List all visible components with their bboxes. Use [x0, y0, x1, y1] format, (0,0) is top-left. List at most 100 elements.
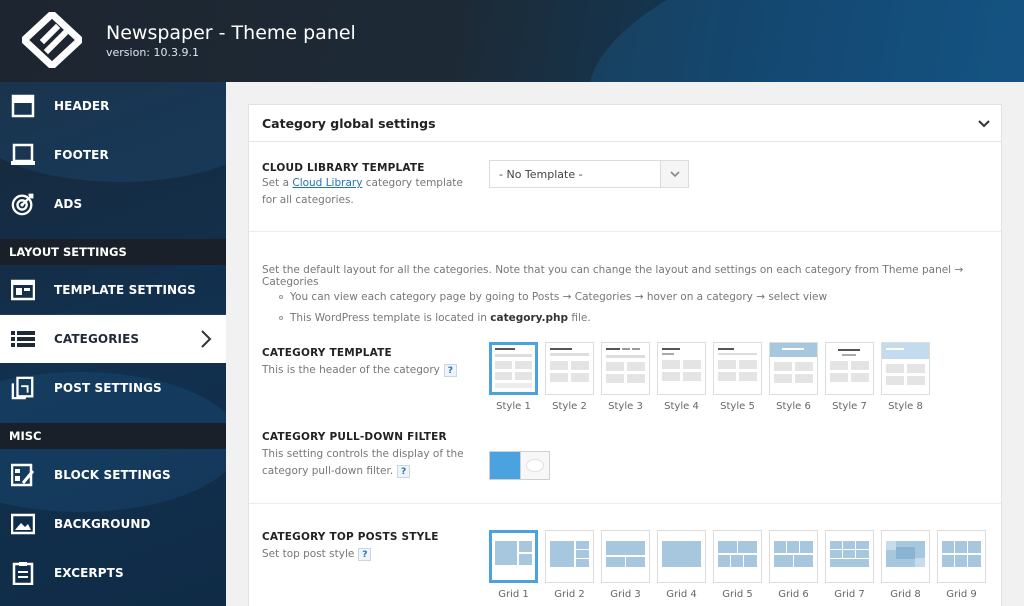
cloud-template-select[interactable]: - No Template - [489, 160, 689, 188]
grid-preview [545, 530, 594, 583]
category-template-options: Style 1 Style 2 Style 3 Style 4 Style 5 … [489, 342, 937, 412]
grid-style-option[interactable]: Grid 2 [545, 530, 594, 600]
app-version: version: 10.3.9.1 [106, 46, 199, 59]
grid-style-option[interactable]: Grid 7 [825, 530, 874, 600]
sidebar-item-label: POST SETTINGS [54, 381, 162, 395]
grid-caption: Grid 4 [666, 589, 697, 600]
sidebar-item-label: FOOTER [54, 148, 109, 162]
template-style-option[interactable]: Style 7 [825, 342, 874, 412]
category-template-description: This is the header of the category? [262, 362, 457, 379]
template-style-option[interactable]: Style 1 [489, 342, 538, 412]
template-preview [881, 342, 930, 395]
grid-preview [825, 530, 874, 583]
image-icon [11, 512, 35, 536]
pulldown-filter-toggle[interactable] [489, 451, 550, 480]
help-icon[interactable]: ? [397, 464, 411, 478]
post-icon [11, 376, 35, 400]
pulldown-filter-description: This setting controls the display of the… [262, 448, 464, 478]
grid-preview [489, 530, 538, 583]
grid-style-option[interactable]: Grid 9 [937, 530, 986, 600]
grid-caption: Grid 2 [554, 589, 585, 600]
sidebar-item-ads[interactable]: ADS [0, 180, 226, 228]
pulldown-filter-label: CATEGORY PULL-DOWN FILTER [262, 431, 447, 443]
sidebar-item-background[interactable]: BACKGROUND [0, 500, 226, 548]
main-content: Category global settings CLOUD LIBRARY T… [226, 82, 1024, 606]
style-caption: Style 7 [832, 401, 867, 412]
newspaper-logo-icon [22, 12, 82, 68]
sidebar-item-template-settings[interactable]: TEMPLATE SETTINGS [0, 266, 226, 314]
template-preview [713, 342, 762, 395]
help-icon[interactable]: ? [358, 547, 372, 561]
template-style-option[interactable]: Style 5 [713, 342, 762, 412]
grid-style-option[interactable]: Grid 8 [881, 530, 930, 600]
grid-style-option[interactable]: Grid 1 [489, 530, 538, 600]
template-preview [489, 342, 538, 395]
grid-style-option[interactable]: Grid 5 [713, 530, 762, 600]
target-icon [11, 192, 35, 216]
info-bullet: This WordPress template is located in ca… [279, 312, 591, 324]
panel-header[interactable]: Category global settings [249, 105, 1001, 142]
sidebar-section-misc: MISC [0, 423, 226, 449]
grid-style-option[interactable]: Grid 3 [601, 530, 650, 600]
sidebar-item-post-settings[interactable]: POST SETTINGS [0, 364, 226, 412]
sidebar-item-label: CATEGORIES [54, 332, 140, 346]
template-preview [601, 342, 650, 395]
grid-preview [769, 530, 818, 583]
grid-caption: Grid 1 [498, 589, 529, 600]
chevron-right-icon [200, 329, 212, 354]
grid-style-option[interactable]: Grid 4 [657, 530, 706, 600]
header-decoration [566, 0, 1024, 82]
template-icon [11, 278, 35, 302]
grid-preview [713, 530, 762, 583]
top-posts-grid-options: Grid 1 Grid 2 Grid 3 Grid 4 Grid 5 Grid … [489, 530, 993, 600]
template-preview [657, 342, 706, 395]
sidebar-item-block-settings[interactable]: BLOCK SETTINGS [0, 451, 226, 499]
header-icon [11, 94, 35, 118]
help-icon[interactable]: ? [443, 363, 457, 377]
sidebar-item-label: TEMPLATE SETTINGS [54, 283, 196, 297]
excerpts-icon [11, 561, 35, 585]
layout-intro: Set the default layout for all the categ… [262, 264, 964, 288]
sidebar-item-header[interactable]: HEADER [0, 82, 226, 130]
app-title: Newspaper - Theme panel [106, 22, 356, 44]
grid-preview [657, 530, 706, 583]
sidebar-item-label: BLOCK SETTINGS [54, 468, 171, 482]
grid-preview [937, 530, 986, 583]
template-style-option[interactable]: Style 8 [881, 342, 930, 412]
style-caption: Style 8 [888, 401, 923, 412]
sidebar: HEADER FOOTER ADS LAYOUT SETTINGS TEMPLA… [0, 82, 226, 606]
info-bullet: You can view each category page by going… [279, 291, 827, 303]
grid-caption: Grid 6 [778, 589, 809, 600]
chevron-down-icon[interactable] [977, 116, 991, 134]
template-style-option[interactable]: Style 2 [545, 342, 594, 412]
cloud-library-link[interactable]: Cloud Library [292, 177, 362, 189]
category-settings-panel: Category global settings CLOUD LIBRARY T… [248, 104, 1002, 606]
grid-preview [601, 530, 650, 583]
sidebar-section-layout: LAYOUT SETTINGS [0, 239, 226, 265]
sidebar-item-categories[interactable]: CATEGORIES [0, 315, 226, 363]
template-preview [825, 342, 874, 395]
top-posts-style-label: CATEGORY TOP POSTS STYLE [262, 531, 439, 543]
grid-caption: Grid 8 [890, 589, 921, 600]
chevron-down-icon [660, 161, 688, 187]
grid-caption: Grid 3 [610, 589, 641, 600]
select-value: - No Template - [499, 168, 583, 181]
block-settings-icon [11, 463, 35, 487]
sidebar-item-label: ADS [54, 197, 83, 211]
grid-caption: Grid 7 [834, 589, 865, 600]
template-preview [769, 342, 818, 395]
sidebar-item-excerpts[interactable]: EXCERPTS [0, 549, 226, 597]
template-preview [545, 342, 594, 395]
template-style-option[interactable]: Style 3 [601, 342, 650, 412]
section-divider [249, 231, 1001, 232]
template-style-option[interactable]: Style 4 [657, 342, 706, 412]
grid-style-option[interactable]: Grid 6 [769, 530, 818, 600]
category-template-label: CATEGORY TEMPLATE [262, 347, 392, 359]
sidebar-item-footer[interactable]: FOOTER [0, 131, 226, 179]
grid-caption: Grid 9 [946, 589, 977, 600]
grid-caption: Grid 5 [722, 589, 753, 600]
app-header: Newspaper - Theme panel version: 10.3.9.… [0, 0, 1024, 82]
footer-icon [11, 143, 35, 167]
toggle-on-track [490, 452, 521, 479]
template-style-option[interactable]: Style 6 [769, 342, 818, 412]
